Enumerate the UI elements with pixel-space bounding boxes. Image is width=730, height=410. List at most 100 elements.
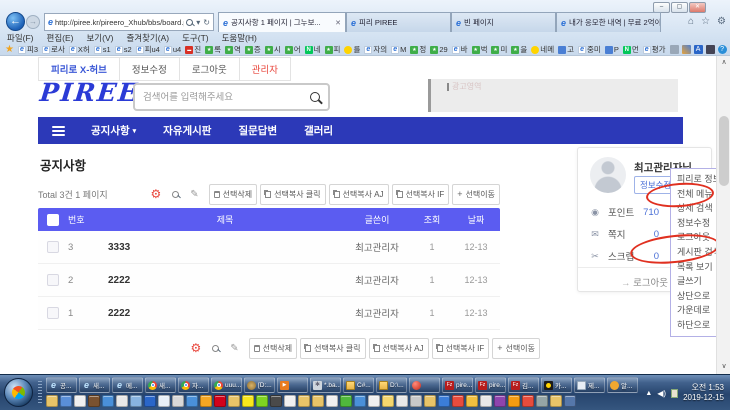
address-caret-icon[interactable] (196, 18, 200, 27)
quick-launch-icon[interactable] (326, 395, 338, 407)
utilnav-admin-link[interactable]: 관리자 (240, 57, 291, 81)
board-settings-gear-icon[interactable] (151, 188, 162, 200)
favorite-item[interactable]: P (605, 45, 619, 54)
taskbar-window-button[interactable]: C#... (343, 377, 374, 393)
delete-selected-button[interactable]: 선택삭제 (209, 184, 257, 205)
tab-active[interactable]: 공지사항 1 페이지 | 그누보... (218, 12, 346, 32)
tab-entry-history[interactable]: 내가 응모한 내역 | 무료 2억이... (556, 12, 661, 32)
quick-launch-icon[interactable] (466, 395, 478, 407)
favorite-item[interactable]: 29 (430, 45, 447, 54)
favorite-item[interactable]: 중미 (578, 44, 601, 55)
quick-launch-icon[interactable] (438, 395, 450, 407)
tray-expand-icon[interactable] (645, 390, 652, 397)
menu-bar-item[interactable]: 도움말(H) (222, 32, 257, 43)
taskbar-window-button[interactable]: 공... (46, 377, 77, 393)
nav-item-qna[interactable]: 질문답변 (238, 123, 277, 138)
quick-launch-icon[interactable] (60, 395, 72, 407)
board-settings-gear-icon[interactable] (191, 342, 202, 354)
table-row[interactable]: 3 3333 최고관리자 1 12-13 (38, 231, 500, 264)
quick-launch-icon[interactable] (228, 395, 240, 407)
menu-bar-item[interactable]: 즐겨찾기(A) (126, 32, 169, 43)
favorite-item[interactable]: 정 (410, 44, 426, 55)
favorite-item[interactable]: 고 (558, 44, 574, 55)
address-bar[interactable]: http://piree.kr/pireero_Xhub/bbs/board.p… (44, 13, 214, 31)
nav-item-gallery[interactable]: 갤러리 (304, 123, 333, 138)
table-row[interactable]: 2 2222 최고관리자 1 12-13 (38, 264, 500, 297)
quick-launch-icon[interactable] (354, 395, 366, 407)
quick-launch-icon[interactable] (270, 395, 282, 407)
quick-launch-icon[interactable] (74, 395, 86, 407)
taskbar-window-button[interactable]: 새... (145, 377, 176, 393)
taskbar-window-button[interactable]: 김... (508, 377, 539, 393)
taskbar-window-button[interactable]: 카... (541, 377, 572, 393)
quick-launch-icon[interactable] (298, 395, 310, 407)
quick-launch-icon[interactable] (396, 395, 408, 407)
tab-close-icon[interactable] (335, 19, 341, 27)
favorite-item[interactable]: 평가 (643, 44, 666, 55)
popup-menu-item[interactable]: 하단으로 (671, 318, 717, 333)
taskbar-window-button[interactable]: pire... (475, 377, 506, 393)
quick-launch-icon[interactable] (340, 395, 352, 407)
home-icon[interactable] (688, 16, 694, 27)
popup-menu-item[interactable]: 가운데로 (671, 303, 717, 318)
quick-launch-icon[interactable] (564, 395, 576, 407)
favorite-item[interactable]: 피u4 (136, 44, 160, 55)
favorite-item[interactable]: 바 (452, 44, 468, 55)
quick-launch-icon[interactable] (214, 395, 226, 407)
favorite-item[interactable]: u4 (164, 45, 181, 54)
quick-launch-icon[interactable] (452, 395, 464, 407)
taskbar-window-button[interactable] (409, 377, 440, 393)
search-input[interactable] (143, 92, 310, 103)
favorite-item[interactable]: 먼 (623, 44, 639, 55)
scrollbar-thumb[interactable] (719, 116, 729, 186)
toolbar-text-icon[interactable] (694, 45, 703, 54)
quick-launch-icon[interactable] (508, 395, 520, 407)
copy-selected-aj-button[interactable]: 선택복사 AJ (329, 184, 389, 205)
quick-launch-icon[interactable] (480, 395, 492, 407)
quick-launch-icon[interactable] (536, 395, 548, 407)
quick-launch-icon[interactable] (312, 395, 324, 407)
tab-blank[interactable]: 빈 페이지 (451, 12, 556, 32)
favorite-item[interactable]: 피3 (18, 44, 38, 55)
favorite-item[interactable]: 록 (205, 44, 221, 55)
quick-launch-icon[interactable] (382, 395, 394, 407)
move-selected-button[interactable]: 선택이동 (452, 184, 500, 205)
favorites-star-icon[interactable] (5, 45, 14, 55)
search-dropdown-icon[interactable] (186, 19, 193, 26)
favorite-item[interactable]: 어 (285, 44, 301, 55)
favorite-item[interactable]: 자의 (364, 44, 387, 55)
taskbar-window-button[interactable]: 제... (574, 377, 605, 393)
favorite-item[interactable]: X허 (69, 44, 90, 55)
tab-piree[interactable]: 피리 PIREE (346, 12, 451, 32)
write-pencil-icon[interactable] (190, 189, 198, 200)
nav-item-free-board[interactable]: 자유게시판 (163, 123, 211, 138)
taskbar-window-button[interactable]: 새... (79, 377, 110, 393)
favorite-item[interactable]: M (391, 45, 406, 54)
quick-launch-icon[interactable] (200, 395, 212, 407)
favorite-item[interactable]: 미 (491, 44, 507, 55)
copy-selected-if-button[interactable]: 선택복사 IF (392, 184, 450, 205)
quick-launch-icon[interactable] (130, 395, 142, 407)
site-logo[interactable]: PIREE (38, 78, 140, 107)
quick-launch-icon[interactable] (284, 395, 296, 407)
favorite-item[interactable]: 로사 (42, 44, 65, 55)
forward-button[interactable] (26, 15, 40, 29)
quick-launch-icon[interactable] (522, 395, 534, 407)
favorite-item[interactable]: 피 (325, 44, 341, 55)
menu-bar-item[interactable]: 편집(E) (47, 32, 74, 43)
volume-icon[interactable] (657, 389, 666, 398)
favorite-item[interactable]: 네메 (531, 44, 554, 55)
refresh-icon[interactable] (203, 18, 210, 27)
select-all-checkbox[interactable] (47, 214, 59, 226)
board-search-icon[interactable] (212, 345, 219, 352)
taskbar-window-button[interactable]: uuu... (211, 377, 242, 393)
row-title-link[interactable]: 3333 (108, 242, 342, 253)
start-button[interactable] (4, 378, 33, 407)
favorite-item[interactable]: 를 (344, 44, 360, 55)
toolbar-tool-icon[interactable] (670, 45, 679, 54)
popup-menu-item[interactable]: 상단으로 (671, 289, 717, 304)
taskbar-window-button[interactable]: 자... (178, 377, 209, 393)
taskbar-window-button[interactable]: 알... (607, 377, 638, 393)
menu-bar-item[interactable]: 도구(T) (182, 32, 209, 43)
copy-selected-click-button[interactable]: 선택복사 클릭 (260, 184, 325, 205)
